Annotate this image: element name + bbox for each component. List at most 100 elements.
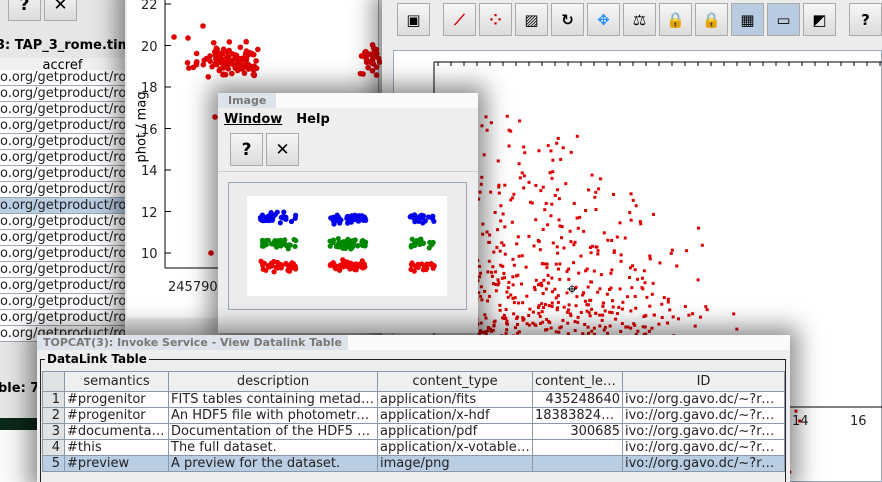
data-point [687,313,691,317]
data-point [353,267,359,273]
data-point [492,320,496,324]
data-point [370,45,377,51]
data-point [544,287,548,291]
data-point [208,250,214,256]
data-point [478,190,482,194]
table-row[interactable]: o.org/getproduct/ror [0,214,125,230]
table-row[interactable]: o.org/getproduct/ror [0,118,125,134]
data-point [657,322,661,326]
column-header-content-length[interactable]: content_length [532,371,623,392]
cell-semantics: #progenitor [64,391,169,408]
data-point [794,409,798,413]
data-point [216,50,223,56]
table-row[interactable]: o.org/getproduct/ror [0,86,125,102]
data-point [487,294,491,298]
data-point [363,59,370,66]
title-bar[interactable]: Image [218,93,478,108]
data-point [541,306,545,310]
help-button[interactable]: ? [8,0,41,21]
data-point [357,70,364,77]
data-point [502,272,506,276]
data-point [537,311,541,315]
data-point [359,53,365,59]
data-point [586,285,590,289]
data-point [486,329,490,333]
table-row[interactable]: 2 #progenitor An HDF5 file with photometry… [42,407,785,424]
table-row[interactable]: o.org/getproduct/ror [0,246,125,262]
data-point [531,310,535,314]
data-point [547,304,551,308]
data-point [556,251,560,255]
table-row[interactable]: o.org/getproduct/ror [0,262,125,278]
data-point [498,308,502,312]
menu-help[interactable]: Help [296,112,329,127]
table-row[interactable]: o.org/getproduct/ror [0,166,125,182]
table-row[interactable]: o.org/getproduct/ror [0,294,125,310]
data-point [575,134,579,138]
data-point [618,287,622,291]
data-point [670,248,674,252]
close-button[interactable]: ✕ [44,0,77,21]
table-row[interactable]: 4 #this The full dataset. application/x-vot… [42,439,785,456]
data-point [700,243,704,247]
data-point [560,236,564,240]
table-row[interactable]: 3 #documentation Documentation of the HDF5… [42,423,785,440]
table-row[interactable]: o.org/getproduct/ror [0,310,125,326]
data-point [550,176,554,180]
data-point [650,326,654,330]
crosshair-cursor-icon: ⌖ [567,279,577,300]
data-point [619,330,623,334]
help-button[interactable]: ? [230,133,263,166]
data-point [483,289,487,293]
data-point [600,318,604,322]
data-point [735,327,739,331]
table-row[interactable]: o.org/getproduct/ror [0,278,125,294]
data-point [558,277,562,281]
y-tick-label: 18 [141,81,158,96]
column-header-semantics[interactable]: semantics [64,371,169,392]
data-point [520,171,524,175]
title-bar[interactable]: TOPCAT(3): Invoke Service - View Datalin… [37,335,790,350]
data-point [190,64,197,71]
data-point [226,39,233,45]
data-point [559,157,563,161]
close-button[interactable]: ✕ [266,133,299,166]
data-point [479,285,483,289]
data-point [623,236,627,240]
data-point [210,39,217,46]
data-point [539,321,543,325]
data-point [335,214,341,220]
table-row[interactable]: o.org/getproduct/ror [0,70,125,86]
table-row[interactable]: 1 #progenitor FITS tables containing metad… [42,391,785,408]
data-point [479,294,483,298]
table-row[interactable]: o.org/getproduct/ror [0,182,125,198]
table-row[interactable]: o.org/getproduct/ror [0,150,125,166]
data-point [499,263,503,267]
data-point [253,58,259,64]
data-point [507,280,511,284]
column-header-content-type[interactable]: content_type [377,371,533,392]
data-point [587,311,591,315]
table-row[interactable]: o.org/getproduct/ror [0,134,125,150]
data-point [268,260,275,266]
table-row[interactable]: o.org/getproduct/ror [0,102,125,118]
data-point [668,308,672,312]
y-tick-label: 16 [141,122,158,138]
table-row[interactable]: o.org/getproduct/ror [0,198,125,214]
menu-window[interactable]: Window [224,112,282,127]
data-point [338,243,345,250]
data-point [546,223,550,227]
data-point [595,245,599,249]
data-point [503,225,507,229]
table-row[interactable]: 5 #preview A preview for the dataset. image… [42,455,785,472]
column-header-id[interactable]: ID [622,371,785,392]
data-point [582,229,586,233]
cell-description: Documentation of the HDF5 files a... [168,423,378,440]
table-row[interactable]: o.org/getproduct/ror [0,230,125,246]
column-header-description[interactable]: description [168,371,378,392]
row-number: 5 [42,455,65,472]
data-point [486,270,490,274]
data-point [284,262,290,268]
data-point [510,220,514,224]
panel-label: DataLink Table [45,352,149,366]
